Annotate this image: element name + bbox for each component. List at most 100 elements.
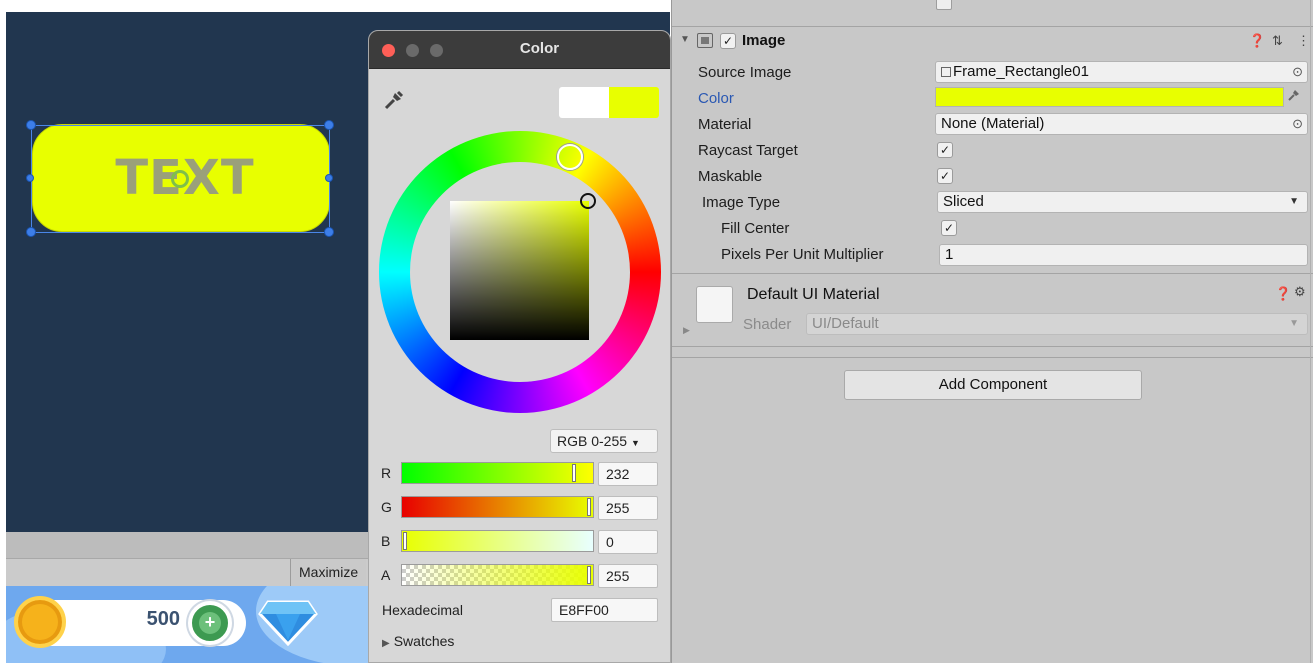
alpha-channel-label: A [381, 567, 391, 583]
blue-slider[interactable] [401, 530, 594, 552]
panel-edge [1310, 0, 1311, 663]
image-enabled-checkbox[interactable]: ✓ [720, 33, 736, 49]
object-picker-icon[interactable]: ⊙ [1292, 62, 1303, 82]
color-label: Color [698, 90, 734, 107]
red-channel-label: R [381, 465, 392, 481]
image-type-value: Sliced [943, 193, 984, 210]
sprite-icon [941, 67, 951, 77]
cut-off-property-row [672, 0, 1313, 27]
section-divider [672, 357, 1313, 358]
resize-handle-bottom-left[interactable] [26, 227, 36, 237]
help-icon[interactable]: ❓ [1275, 286, 1291, 302]
resize-handle-right[interactable] [325, 174, 333, 182]
section-divider [672, 273, 1313, 274]
section-divider [672, 346, 1313, 347]
material-value: None (Material) [941, 115, 1045, 132]
material-name: Default UI Material [747, 286, 880, 303]
shader-label: Shader [743, 316, 792, 333]
green-slider[interactable] [401, 496, 594, 518]
red-value-field[interactable]: 232 [598, 462, 658, 486]
blue-channel-row: B 0 [369, 530, 670, 554]
maskable-checkbox[interactable]: ✓ [937, 168, 953, 184]
selection-rect-top [31, 125, 329, 126]
maximize-toggle[interactable]: Maximize [290, 559, 367, 587]
eyedropper-icon[interactable] [1287, 88, 1301, 105]
color-picker-title: Color [519, 40, 560, 57]
pixels-per-unit-field[interactable]: 1 [939, 244, 1308, 266]
raycast-target-label: Raycast Target [698, 142, 798, 159]
resize-handle-bottom-right[interactable] [324, 227, 334, 237]
source-image-value: Frame_Rectangle01 [953, 63, 1089, 80]
hexadecimal-field[interactable]: E8FF00 [551, 598, 658, 622]
fill-center-checkbox[interactable]: ✓ [941, 220, 957, 236]
shader-value: UI/Default [812, 315, 879, 332]
source-image-field[interactable]: Frame_Rectangle01 ⊙ [935, 61, 1308, 83]
expand-triangle-icon[interactable]: ▶ [683, 325, 690, 336]
saturation-value-square[interactable] [450, 201, 589, 340]
image-component-header[interactable]: ▼ ✓ Image ❓ ⇅ ⋮ [672, 28, 1313, 56]
gem-icon [258, 598, 318, 649]
object-picker-icon[interactable]: ⊙ [1292, 114, 1303, 134]
coin-icon [14, 596, 66, 648]
alpha-slider-thumb[interactable] [587, 566, 591, 584]
resize-handle-top-left[interactable] [26, 120, 36, 130]
image-component-title: Image [742, 32, 786, 49]
fill-center-label: Fill Center [721, 220, 790, 237]
plus-icon: + [199, 612, 221, 634]
help-icon[interactable]: ❓ [1249, 33, 1265, 49]
green-channel-label: G [381, 499, 392, 515]
resize-handle-left[interactable] [26, 174, 34, 182]
alpha-slider[interactable] [401, 564, 594, 586]
alpha-channel-row: A 255 [369, 564, 670, 588]
inspector-panel: ▼ ✓ Image ❓ ⇅ ⋮ Source Image Frame_Recta… [671, 0, 1313, 663]
green-channel-row: G 255 [369, 496, 670, 520]
green-value-field[interactable]: 255 [598, 496, 658, 520]
cut-off-checkbox[interactable] [936, 0, 952, 10]
alpha-value-field[interactable]: 255 [598, 564, 658, 588]
source-image-label: Source Image [698, 64, 792, 81]
saturation-value-knob[interactable] [580, 193, 596, 209]
current-color-swatch [609, 87, 659, 118]
color-field[interactable] [935, 87, 1284, 107]
add-coins-button[interactable]: + [188, 601, 232, 645]
pivot-handle[interactable] [171, 170, 189, 188]
color-picker-window[interactable]: Color RGB 0-255 ▼ R 232 G 255 B 0 A 255 … [368, 30, 671, 663]
swatches-label: Swatches [393, 633, 455, 649]
color-picker-titlebar[interactable]: Color [369, 31, 670, 69]
pixels-per-unit-label: Pixels Per Unit Multiplier [721, 246, 884, 263]
chevron-down-icon: ▼ [1289, 318, 1299, 329]
preset-icon[interactable]: ⇅ [1272, 33, 1283, 49]
red-slider-thumb[interactable] [572, 464, 576, 482]
maskable-label: Maskable [698, 168, 763, 185]
swatches-foldout[interactable]: ▶ Swatches [382, 633, 454, 649]
blue-channel-label: B [381, 533, 391, 549]
resize-handle-top-right[interactable] [324, 120, 334, 130]
eyedropper-icon[interactable] [383, 89, 405, 117]
shader-dropdown[interactable]: UI/Default ▼ [806, 313, 1308, 335]
add-component-button[interactable]: Add Component [844, 370, 1142, 400]
expand-triangle-icon: ▶ [382, 638, 390, 649]
more-menu-icon[interactable]: ⋮ [1297, 33, 1310, 49]
chevron-down-icon: ▼ [630, 438, 640, 448]
gear-icon[interactable]: ⚙ [1294, 284, 1306, 300]
previous-color-swatch[interactable] [559, 87, 609, 118]
color-mode-dropdown[interactable]: RGB 0-255 ▼ [550, 429, 658, 453]
hexadecimal-label: Hexadecimal [382, 602, 463, 618]
blue-slider-thumb[interactable] [403, 532, 407, 550]
hue-knob[interactable] [557, 144, 583, 170]
red-channel-row: R 232 [369, 462, 670, 486]
chevron-down-icon: ▼ [1289, 196, 1299, 207]
image-component-icon [697, 33, 713, 48]
material-preview-thumbnail [696, 286, 733, 323]
coin-count: 500 [146, 608, 180, 630]
blue-value-field[interactable]: 0 [598, 530, 658, 554]
raycast-target-checkbox[interactable]: ✓ [937, 142, 953, 158]
green-slider-thumb[interactable] [587, 498, 591, 516]
image-type-dropdown[interactable]: Sliced ▼ [937, 191, 1308, 213]
material-label: Material [698, 116, 752, 133]
color-mode-value: RGB 0-255 [557, 433, 628, 449]
foldout-arrow-icon[interactable]: ▼ [680, 34, 690, 45]
material-field[interactable]: None (Material) ⊙ [935, 113, 1308, 135]
image-type-label: Image Type [702, 194, 781, 211]
red-slider[interactable] [401, 462, 594, 484]
